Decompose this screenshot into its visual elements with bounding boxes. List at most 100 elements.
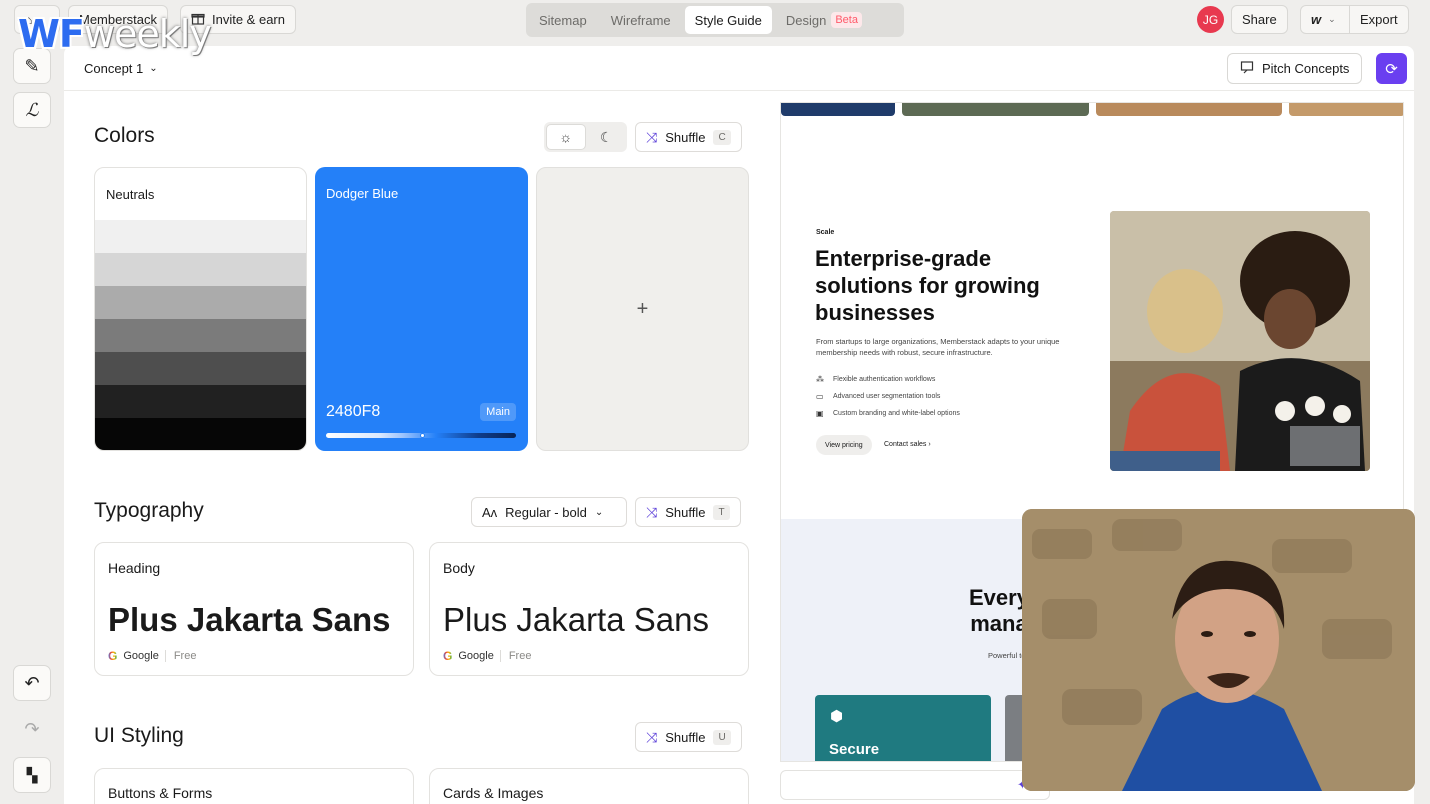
share-label: Share [1242, 12, 1277, 27]
shuffle-icon: ⤨ [646, 503, 658, 520]
font-weight-dropdown[interactable]: Aʌ Regular - bold ⌄ [471, 497, 627, 527]
regenerate-button[interactable]: ⟳ [1376, 53, 1407, 84]
undo-button[interactable]: ↶ [13, 665, 51, 701]
view-pricing-button[interactable]: View pricing [816, 435, 872, 455]
ui-styling-title: UI Styling [94, 724, 184, 747]
neutral-swatch[interactable] [95, 286, 306, 320]
hero-bullet: ⁂ Flexible authentication workflows [816, 375, 935, 384]
nodes-icon: ⁂ [816, 375, 824, 384]
features-heading: Every mana [969, 585, 1029, 637]
concept-label: Concept 1 [84, 61, 144, 76]
branding-icon: ▣ [816, 409, 824, 418]
shuffle-typography-button[interactable]: ⤨ Shuffle T [635, 497, 741, 527]
undo-icon: ↶ [24, 672, 40, 693]
features-heading-line: mana [970, 611, 1028, 636]
pitch-concepts-button[interactable]: Pitch Concepts [1227, 53, 1363, 84]
neutral-swatch[interactable] [95, 385, 306, 419]
segment-icon: ▭ [816, 392, 824, 401]
avatar[interactable]: JG [1197, 6, 1224, 33]
add-color-button[interactable]: + [536, 167, 749, 451]
neutral-swatch[interactable] [95, 352, 306, 386]
export-label: Export [1360, 12, 1398, 27]
bullet-text: Flexible authentication workflows [833, 376, 936, 383]
webcam-overlay [1022, 509, 1415, 791]
shortcut-key: T [713, 504, 730, 520]
shuffle-colors-button[interactable]: ⤨ Shuffle C [635, 122, 742, 152]
bullet-text: Advanced user segmentation tools [833, 393, 941, 400]
font-license-label: Free [499, 650, 531, 662]
font-tool-button[interactable]: ℒ [13, 92, 51, 128]
primary-color-card[interactable]: Dodger Blue 2480F8 Main [315, 167, 528, 451]
neutral-swatch[interactable] [95, 319, 306, 353]
shuffle-ui-button[interactable]: ⤨ Shuffle U [635, 722, 742, 752]
color-mode-toggle: ☼ ☾ [544, 122, 627, 152]
hero-photo [1110, 211, 1370, 471]
shuffle-icon: ⤨ [646, 128, 658, 145]
neutral-swatch[interactable] [95, 220, 306, 254]
shortcut-key: U [713, 729, 731, 745]
bullet-text: Custom branding and white-label options [833, 410, 960, 417]
light-mode-icon[interactable]: ☼ [546, 124, 586, 150]
tab-design-label: Design [785, 12, 827, 28]
export-button[interactable]: Export [1349, 5, 1409, 34]
prompt-input[interactable]: ✦ [780, 770, 1050, 800]
shuffle-label: Shuffle [665, 729, 706, 745]
wf-weekly-watermark: WFweekly [18, 12, 212, 56]
plus-icon: + [636, 297, 649, 320]
color-ramp-handle[interactable] [420, 433, 425, 438]
font-weight-label: Regular - bold [505, 504, 587, 520]
shuffle-label: Shuffle [665, 129, 706, 145]
neutrals-palette-card[interactable]: Neutrals [94, 167, 307, 451]
preview-image-strip [781, 103, 895, 116]
contact-sales-label: Contact sales [884, 441, 927, 448]
body-font-label: Body [443, 560, 475, 576]
feature-card-title: Secure [829, 741, 880, 758]
tab-sitemap[interactable]: Sitemap [529, 6, 597, 34]
chevron-down-icon: ⌄ [149, 63, 158, 74]
font-source-label: Google [123, 650, 159, 662]
cards-images-label: Cards & Images [443, 785, 544, 801]
chevron-down-icon: ⌄ [594, 506, 604, 518]
concept-bar: Concept 1 ⌄ Pitch Concepts ⟳ [64, 46, 1414, 91]
webflow-icon: w [1311, 12, 1322, 27]
body-font-card[interactable]: Body Plus Jakarta Sans G Google Free [429, 542, 749, 676]
thumbs-icon: ▚ [26, 766, 38, 783]
neutrals-label: Neutrals [106, 187, 155, 202]
google-icon: G [443, 649, 453, 663]
hero-bullet: ▭ Advanced user segmentation tools [816, 392, 940, 401]
dark-mode-icon[interactable]: ☾ [588, 124, 626, 150]
hero-heading: Enterprise-grade solutions for growing b… [815, 246, 1040, 325]
neutral-swatch[interactable] [95, 253, 306, 287]
webflow-export-menu[interactable]: w ⌄ [1300, 5, 1350, 34]
features-heading-line: Every [969, 585, 1029, 610]
heading-font-label: Heading [108, 560, 161, 576]
preview-image-strip [1096, 103, 1282, 116]
hero-paragraph: From startups to large organizations, Me… [816, 337, 1060, 357]
wand-icon: ✎ [24, 55, 40, 76]
heading-font-card[interactable]: Heading Plus Jakarta Sans G Google Free [94, 542, 414, 676]
tab-wireframe[interactable]: Wireframe [601, 6, 681, 34]
redo-button[interactable]: ↷ [13, 711, 51, 747]
buttons-forms-label: Buttons & Forms [108, 785, 213, 801]
feature-card-secure: ⬢ Secure [815, 695, 991, 761]
cards-images-card[interactable]: Cards & Images [429, 768, 749, 804]
primary-color-name: Dodger Blue [326, 186, 399, 201]
hero-bullet: ▣ Custom branding and white-label options [816, 409, 960, 418]
typography-title: Typography [94, 499, 204, 522]
feedback-button[interactable]: ▚ [13, 757, 51, 793]
neutral-swatch[interactable] [95, 418, 306, 450]
view-tabs: Sitemap Wireframe Style Guide Design Bet… [526, 3, 904, 37]
preview-image-strip [1289, 103, 1403, 116]
contact-sales-link[interactable]: Contact sales › [884, 441, 931, 448]
concept-dropdown[interactable]: Concept 1 ⌄ [84, 61, 158, 76]
tab-design[interactable]: Design Beta [776, 6, 872, 34]
buttons-forms-card[interactable]: Buttons & Forms [94, 768, 414, 804]
tab-style-guide[interactable]: Style Guide [684, 6, 772, 34]
shuffle-icon: ⤨ [646, 728, 658, 745]
shuffle-label: Shuffle [665, 504, 706, 520]
main-color-tag: Main [480, 403, 516, 421]
share-button[interactable]: Share [1231, 5, 1288, 34]
google-icon: G [108, 649, 118, 663]
presentation-icon [1240, 60, 1254, 77]
primary-color-hex: 2480F8 [326, 403, 381, 420]
